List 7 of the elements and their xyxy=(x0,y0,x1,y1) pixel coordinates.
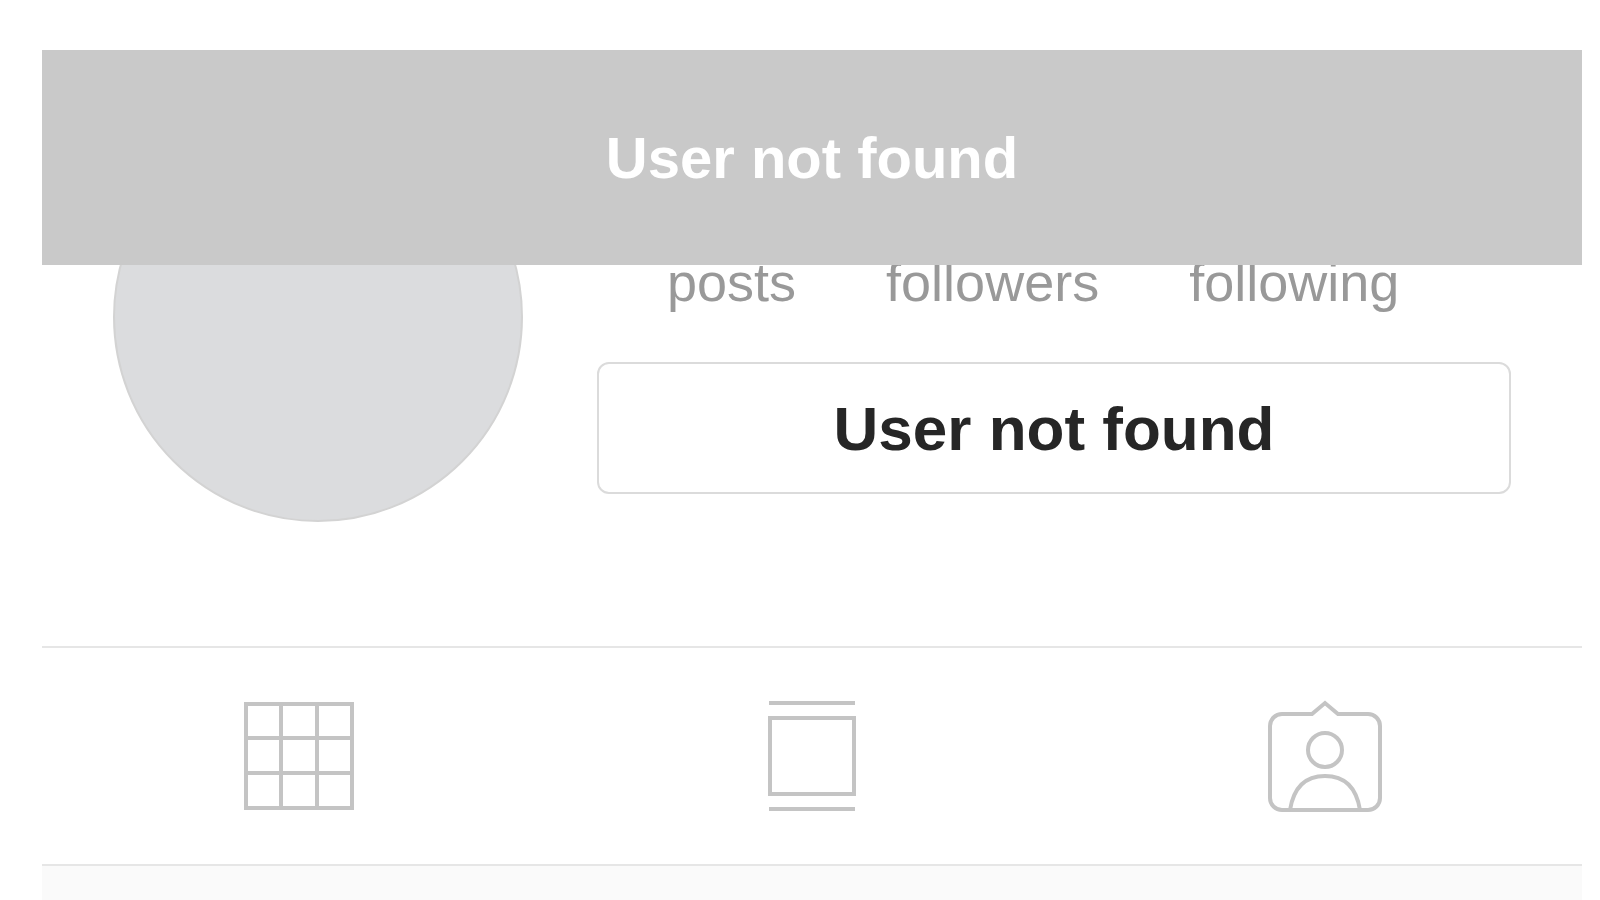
stat-label: posts xyxy=(667,252,797,312)
feed-icon xyxy=(767,700,857,812)
person-tag-icon xyxy=(1268,700,1383,812)
stat-label: following xyxy=(1189,252,1400,312)
stat-label: followers xyxy=(886,252,1100,312)
status-button[interactable]: User not found xyxy=(597,362,1511,494)
grid-icon xyxy=(243,702,354,810)
